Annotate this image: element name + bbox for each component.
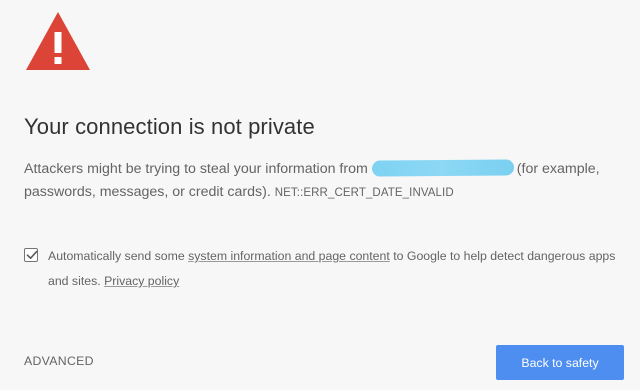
warning-triangle-icon [24,10,92,72]
privacy-policy-link[interactable]: Privacy policy [104,274,179,288]
main-message: Attackers might be trying to steal your … [24,158,636,205]
error-code[interactable]: NET::ERR_CERT_DATE_INVALID [275,187,454,199]
extended-reporting-option: Automatically send some system informati… [24,244,624,294]
redacted-domain [371,159,514,177]
page-title: Your connection is not private [24,114,315,139]
reporting-text-before: Automatically send some [48,249,185,263]
security-interstitial-page: Your connection is not private Attackers… [0,0,640,390]
message-text-before: Attackers might be trying to steal your … [24,161,368,177]
extended-reporting-label: Automatically send some system informati… [48,244,624,294]
checkmark-icon [26,250,38,259]
extended-reporting-checkbox[interactable] [24,248,38,262]
advanced-button[interactable]: ADVANCED [24,354,94,368]
system-info-link[interactable]: system information and page content [188,249,390,263]
back-to-safety-button[interactable]: Back to safety [496,345,624,380]
